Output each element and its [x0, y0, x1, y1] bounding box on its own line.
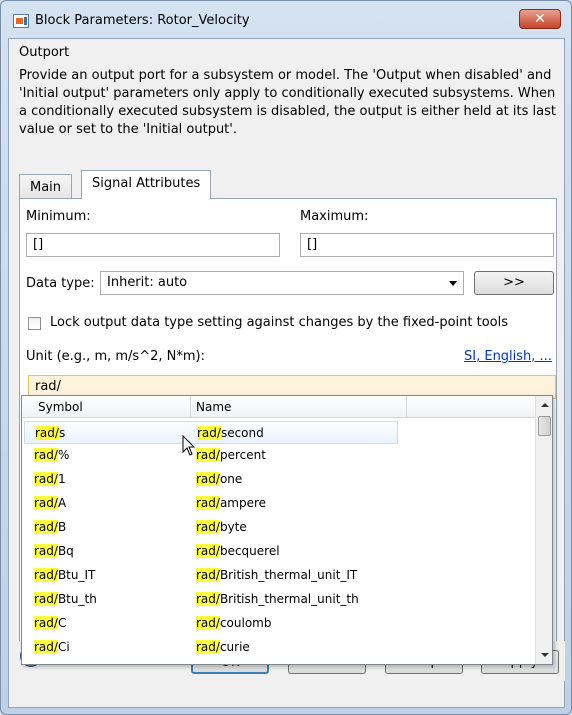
list-item[interactable]: rad/Btu_IT rad/British_thermal_unit_IT [22, 564, 536, 587]
symbol-rest: A [57, 496, 67, 510]
symbol-rest: s [58, 426, 66, 440]
symbol-match: rad/ [34, 568, 58, 582]
list-item[interactable]: rad/B rad/byte [22, 516, 536, 539]
symbol-rest: C [57, 616, 67, 630]
name-match: rad/ [196, 520, 220, 534]
block-description: Provide an output port for a subsystem o… [19, 68, 556, 137]
lock-data-type-label: Lock output data type setting against ch… [50, 315, 509, 330]
name-match: rad/ [197, 426, 221, 440]
symbol-match: rad/ [34, 616, 58, 630]
name-rest: British_thermal_unit_IT [219, 568, 358, 582]
data-type-value: Inherit: auto [107, 275, 188, 290]
window-title: Block Parameters: Rotor_Velocity [35, 13, 250, 28]
unit-suggestion-list[interactable]: Symbol Name rad/s rad/second rad/% rad/per… [21, 395, 553, 665]
name-rest: becquerel [219, 544, 280, 558]
column-separator [190, 396, 191, 418]
simulink-block-icon [13, 14, 29, 28]
data-type-assistant-button[interactable]: >> [474, 271, 554, 295]
scrollbar-thumb[interactable] [538, 416, 551, 436]
symbol-rest: 1 [57, 472, 66, 486]
name-match: rad/ [196, 640, 220, 654]
list-item[interactable]: rad/Bq rad/becquerel [22, 540, 536, 563]
name-rest: British_thermal_unit_th [219, 592, 359, 606]
scroll-up-arrow-icon[interactable] [536, 396, 552, 413]
name-match: rad/ [196, 472, 220, 486]
name-match: rad/ [196, 616, 220, 630]
mouse-pointer-icon [182, 435, 196, 456]
name-rest: percent [219, 448, 266, 462]
list-item[interactable]: rad/% rad/percent [22, 444, 536, 467]
list-item[interactable]: rad/s rad/second [24, 421, 398, 444]
close-button[interactable]: ✕ [519, 9, 561, 29]
name-rest: curie [219, 640, 250, 654]
data-type-select[interactable]: Inherit: auto [100, 271, 464, 295]
list-item[interactable]: rad/A rad/ampere [22, 492, 536, 515]
name-column-header[interactable]: Name [196, 400, 231, 414]
tab-main[interactable]: Main [19, 174, 73, 198]
maximum-field[interactable]: [] [300, 233, 554, 257]
name-rest: byte [219, 520, 247, 534]
tab-signal-attributes[interactable]: Signal Attributes [81, 170, 212, 199]
minimum-field[interactable]: [] [26, 233, 280, 257]
list-scrollbar[interactable] [535, 396, 552, 664]
name-match: rad/ [196, 568, 220, 582]
symbol-match: rad/ [34, 592, 58, 606]
scroll-down-arrow-icon[interactable] [536, 647, 552, 664]
name-match: rad/ [196, 448, 220, 462]
tab-strip: Main Signal Attributes [19, 170, 557, 199]
symbol-match: rad/ [34, 472, 58, 486]
name-rest: ampere [219, 496, 267, 510]
symbol-rest: B [57, 520, 67, 534]
symbol-match: rad/ [34, 520, 58, 534]
list-item[interactable]: rad/Btu_th rad/British_thermal_unit_th [22, 588, 536, 611]
name-match: rad/ [196, 544, 220, 558]
name-rest: coulomb [219, 616, 272, 630]
column-separator [406, 396, 407, 418]
chevron-down-icon [449, 281, 457, 286]
unit-system-link[interactable]: SI, English, ... [464, 349, 552, 364]
name-match: rad/ [196, 496, 220, 510]
list-item[interactable]: rad/Ci rad/curie [22, 636, 536, 659]
name-rest: one [219, 472, 243, 486]
symbol-match: rad/ [35, 426, 59, 440]
symbol-rest: Bq [57, 544, 74, 558]
list-item[interactable]: rad/1 rad/one [22, 468, 536, 491]
symbol-column-header[interactable]: Symbol [38, 400, 83, 414]
name-rest: second [220, 426, 264, 440]
symbol-rest: Ci [57, 640, 70, 654]
data-type-label: Data type: [26, 276, 95, 291]
name-match: rad/ [196, 592, 220, 606]
unit-list-rows: rad/s rad/second rad/% rad/percent rad/1 ra… [22, 418, 536, 666]
list-item[interactable]: rad/C rad/coulomb [22, 612, 536, 635]
symbol-rest: Btu_IT [57, 568, 96, 582]
symbol-match: rad/ [34, 496, 58, 510]
dialog-window: Block Parameters: Rotor_Velocity ✕ Outpo… [0, 0, 572, 715]
maximum-label: Maximum: [300, 209, 369, 224]
symbol-match: rad/ [34, 448, 58, 462]
symbol-rest: % [57, 448, 70, 462]
group-label: Outport [19, 45, 70, 60]
minimum-label: Minimum: [26, 209, 91, 224]
symbol-match: rad/ [34, 640, 58, 654]
lock-data-type-checkbox[interactable] [28, 317, 41, 330]
unit-list-header: Symbol Name [22, 396, 536, 418]
unit-label: Unit (e.g., m, m/s^2, N*m): [26, 349, 205, 364]
symbol-rest: Btu_th [57, 592, 97, 606]
symbol-match: rad/ [34, 544, 58, 558]
title-bar[interactable]: Block Parameters: Rotor_Velocity ✕ [9, 7, 563, 37]
